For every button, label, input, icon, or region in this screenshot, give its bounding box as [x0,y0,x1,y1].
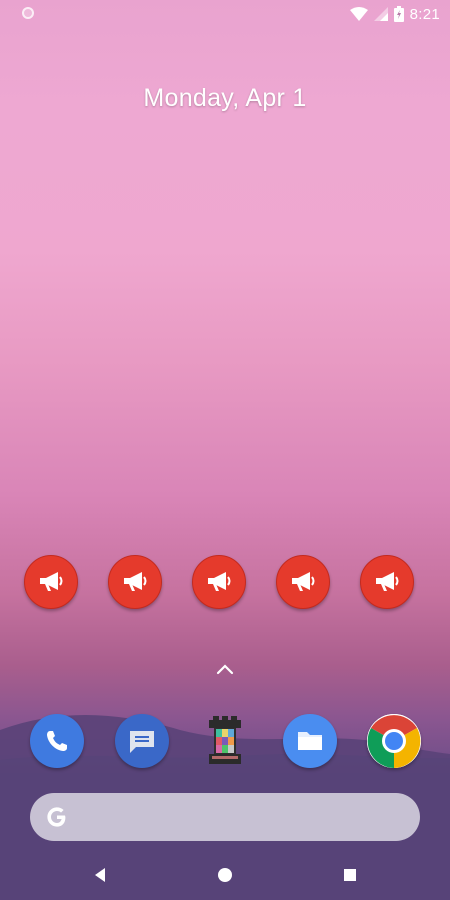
megaphone-icon [124,572,147,591]
files-app[interactable] [283,714,337,768]
phone-icon [47,731,67,751]
megaphone-app-4[interactable] [276,555,330,609]
megaphone-app-5[interactable] [360,555,414,609]
home-icon [218,868,232,882]
message-icon [130,731,154,753]
date-widget[interactable]: Monday, Apr 1 [0,84,450,113]
google-g-icon [47,807,66,827]
wifi-icon [349,7,368,21]
megaphone-icon [208,572,231,591]
chevron-up-icon[interactable] [214,662,236,676]
recents-icon [344,869,356,881]
megaphone-icon [40,572,63,591]
navigation-bar [0,850,450,900]
chess-game-app[interactable] [198,714,252,768]
chess-rook-icon [209,716,241,764]
megaphone-app-1[interactable] [24,555,78,609]
folder-icon [298,732,322,750]
back-icon [95,868,105,882]
home-button[interactable] [215,865,235,885]
cell-signal-icon [373,7,388,21]
chrome-icon [367,714,421,768]
back-button[interactable] [90,865,110,885]
battery-charging-icon [393,6,404,22]
messages-app[interactable] [115,714,169,768]
megaphone-app-3[interactable] [192,555,246,609]
recents-button[interactable] [340,865,360,885]
status-bar: 8:21 [0,0,450,28]
app-dock [0,714,450,772]
chrome-app[interactable] [367,714,421,768]
phone-app[interactable] [30,714,84,768]
megaphone-icon [376,572,399,591]
megaphone-app-2[interactable] [108,555,162,609]
status-time: 8:21 [409,5,440,23]
notification-dot-icon [22,7,34,19]
status-icons: 8:21 [349,5,440,23]
megaphone-icon [292,572,315,591]
google-search-bar[interactable] [30,793,420,841]
shortcut-row [0,555,450,611]
